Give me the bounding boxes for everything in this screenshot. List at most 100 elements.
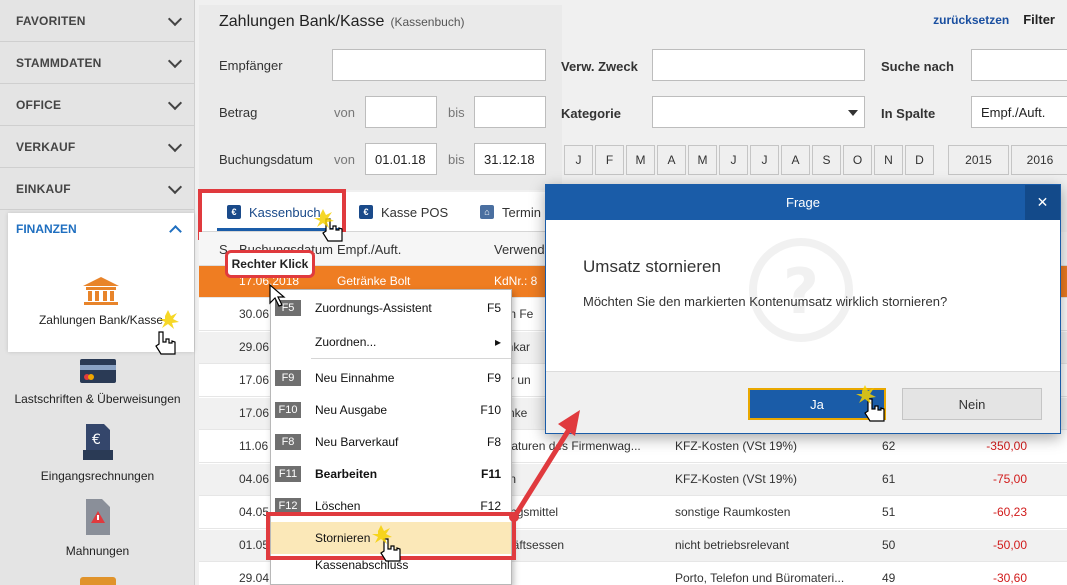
sidebar-item-einkauf[interactable]: EINKAUF	[0, 168, 194, 210]
page-title-text: Zahlungen Bank/Kasse	[219, 13, 385, 30]
menu-item-shortcut: F5	[486, 301, 501, 315]
month-button[interactable]: O	[843, 145, 872, 175]
credit-card-icon	[79, 359, 116, 383]
context-menu-item[interactable]: F11 Bearbeiten F11	[271, 458, 511, 490]
page-title: Zahlungen Bank/Kasse (Kassenbuch)	[219, 13, 465, 31]
year-button-2015[interactable]: 2015	[948, 145, 1009, 175]
dropdown-arrow-icon	[848, 110, 858, 116]
month-button[interactable]: N	[874, 145, 903, 175]
cell-date: 29.04	[239, 571, 270, 585]
month-button[interactable]: J	[719, 145, 748, 175]
filter-panel: Zahlungen Bank/Kasse (Kassenbuch) Empfäng…	[199, 5, 562, 190]
month-button[interactable]: S	[812, 145, 841, 175]
menu-item-label: Neu Barverkauf	[315, 435, 399, 449]
sidebar-item-label: EINKAUF	[16, 181, 71, 196]
suche-nach-label: Suche nach	[881, 59, 954, 74]
menu-item-label: Neu Einnahme	[315, 371, 395, 385]
context-menu-item[interactable]: Zuordnen... ▸	[271, 326, 511, 358]
menu-item-shortcut: F10	[480, 403, 501, 417]
month-button[interactable]: A	[781, 145, 810, 175]
betrag-from-input[interactable]	[365, 96, 437, 128]
sidebar-item-label: VERKAUF	[16, 139, 76, 154]
year-button-2016[interactable]: 2016	[1011, 145, 1067, 175]
tile-label: Zahlungen Bank/Kasse	[38, 313, 164, 327]
menu-item-label: Zuordnen...	[315, 335, 377, 349]
empfaenger-input[interactable]	[332, 49, 546, 81]
svg-text:€: €	[92, 432, 101, 448]
sidebar-item-label: FAVORITEN	[16, 13, 86, 28]
chevron-down-icon	[167, 137, 183, 152]
buchungsdatum-label: Buchungsdatum	[219, 152, 313, 167]
context-menu-item[interactable]: F8 Neu Barverkauf F8	[271, 426, 511, 458]
cell-empf: Getränke Bolt	[337, 274, 411, 288]
sidebar-item-finanzen[interactable]: FINANZEN	[8, 213, 194, 245]
cell-number: 49	[882, 571, 896, 585]
sidebar-item-stammdaten[interactable]: STAMMDATEN	[0, 42, 194, 84]
chevron-down-icon	[167, 11, 183, 26]
sidebar-item-verkauf[interactable]: VERKAUF	[0, 126, 194, 168]
betrag-bis-label: bis	[448, 105, 465, 120]
month-button[interactable]: M	[626, 145, 655, 175]
dialog-footer: Ja Nein	[546, 371, 1060, 433]
cell-category: Porto, Telefon und Büromateri...	[675, 571, 845, 585]
kategorie-select[interactable]	[652, 96, 865, 128]
betrag-von-label: von	[334, 105, 355, 120]
suche-nach-input[interactable]	[971, 49, 1067, 81]
close-icon[interactable]: ✕	[1025, 185, 1060, 220]
sidebar-tile-lastschriften[interactable]: Lastschriften & Überweisungen	[0, 357, 195, 406]
month-button[interactable]: M	[688, 145, 717, 175]
chevron-down-icon	[167, 179, 183, 194]
shortcut-key-badge: F8	[275, 434, 301, 450]
invoice-euro-icon: €	[82, 424, 113, 460]
month-button[interactable]: D	[905, 145, 934, 175]
dialog-heading: Umsatz stornieren	[583, 257, 721, 276]
context-menu-item[interactable]: F5 Zuordnungs-Assistent F5	[271, 292, 511, 324]
month-button[interactable]: J	[564, 145, 593, 175]
cell-category: KFZ-Kosten (VSt 19%)	[675, 439, 798, 453]
month-button[interactable]: J	[750, 145, 779, 175]
context-menu-item[interactable]: F10 Neu Ausgabe F10	[271, 394, 511, 426]
confirm-dialog: Frage ✕ ? Umsatz stornieren Möchten Sie …	[545, 184, 1061, 434]
empfaenger-label: Empfänger	[219, 58, 283, 73]
verw-zweck-input[interactable]	[652, 49, 865, 81]
in-spalte-select[interactable]: Empf./Auft.	[971, 96, 1067, 128]
context-menu-item[interactable]: F9 Neu Einnahme F9	[271, 362, 511, 394]
menu-item-label: Neu Ausgabe	[315, 403, 388, 417]
menu-item-label: Kassenabschluss	[315, 558, 409, 572]
tab-kasse-pos[interactable]: € Kasse POS	[359, 192, 448, 232]
menu-item-label: Löschen	[315, 499, 361, 513]
date-von-label: von	[334, 152, 355, 167]
tile-label: Mahnungen	[65, 544, 130, 558]
date-from-input[interactable]: 01.01.18	[365, 143, 437, 175]
reset-link[interactable]: zurücksetzen	[933, 13, 1009, 27]
tab-termin[interactable]: ⌂ Termin	[480, 192, 541, 232]
sidebar-item-office[interactable]: OFFICE	[0, 84, 194, 126]
cell-date: 17.06	[239, 406, 270, 420]
yes-button[interactable]: Ja	[748, 388, 886, 420]
filter-toggle[interactable]: Filter	[1023, 12, 1055, 27]
shortcut-key-badge: F11	[275, 466, 301, 482]
question-watermark-icon: ?	[749, 238, 853, 342]
month-button[interactable]: A	[657, 145, 686, 175]
chevron-down-icon	[167, 95, 183, 110]
chevron-down-icon	[167, 53, 183, 68]
date-to-input[interactable]: 31.12.18	[474, 143, 546, 175]
menu-item-label: Bearbeiten	[315, 467, 378, 481]
betrag-to-input[interactable]	[474, 96, 546, 128]
month-button[interactable]: F	[595, 145, 624, 175]
sidebar-tile-mahnungen[interactable]: Mahnungen	[0, 497, 195, 558]
sidebar-tile-zahlungen[interactable]: Zahlungen Bank/Kasse	[8, 275, 194, 327]
cell-number: 51	[882, 505, 896, 519]
cell-zweck: KdNr.: 8	[494, 274, 538, 288]
no-button[interactable]: Nein	[902, 388, 1042, 420]
topbar-actions: zurücksetzen Filter	[933, 12, 1055, 27]
chevron-up-icon	[169, 225, 182, 238]
sidebar-item-favoriten[interactable]: FAVORITEN	[0, 0, 194, 42]
menu-separator	[311, 358, 511, 359]
col-header-empf[interactable]: Empf./Auft.	[337, 242, 401, 257]
betrag-label: Betrag	[219, 105, 258, 120]
bank-small-icon: ⌂	[480, 205, 494, 219]
sidebar-tile-eingangsrechnungen[interactable]: € Eingangsrechnungen	[0, 422, 195, 483]
tile-label: Eingangsrechnungen	[40, 469, 155, 483]
tab-label: Termin	[502, 204, 542, 220]
